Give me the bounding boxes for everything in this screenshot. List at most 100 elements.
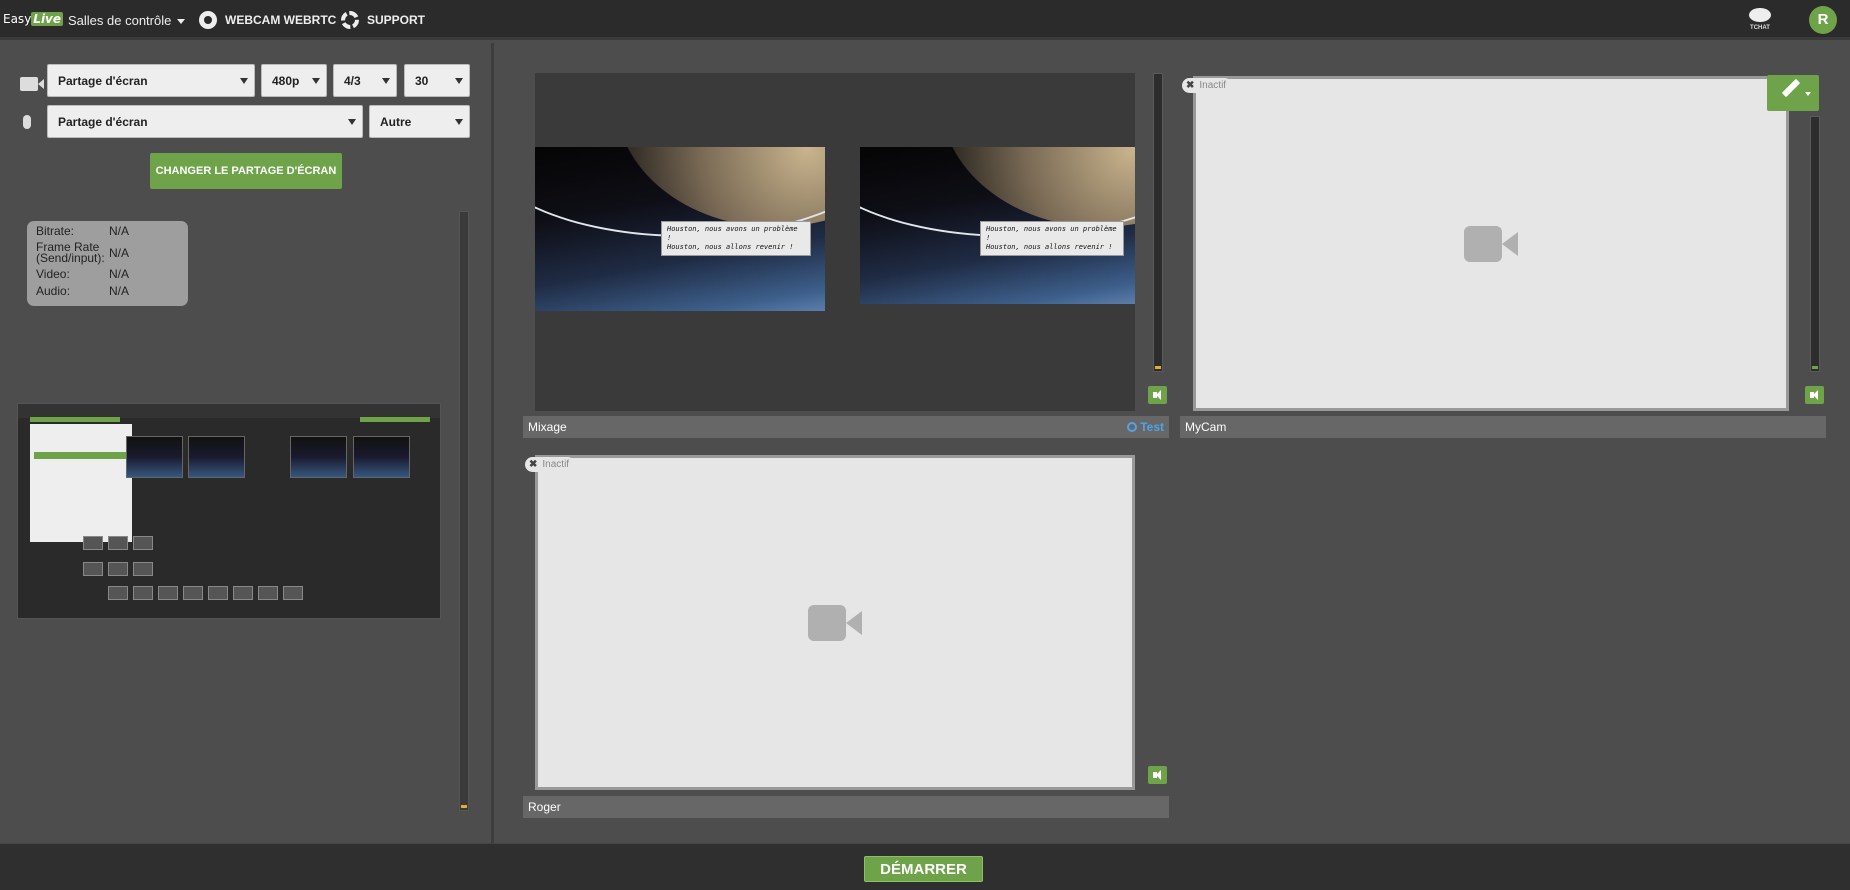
preview-tile	[108, 536, 128, 550]
user-avatar[interactable]: R	[1809, 6, 1837, 34]
fps-value: 30	[415, 74, 429, 88]
nav-support-label: SUPPORT	[367, 13, 426, 27]
preview-video-2	[188, 436, 245, 478]
mixage-label: Mixage	[528, 420, 567, 434]
audio-source-value: Partage d'écran	[58, 115, 148, 129]
chevron-down-icon	[177, 19, 186, 25]
nav-support[interactable]: SUPPORT	[341, 10, 425, 30]
change-screen-share-button[interactable]: CHANGER LE PARTAGE D'ÉCRAN	[150, 153, 342, 189]
test-toggle[interactable]: Test	[1127, 420, 1164, 434]
bubble-line-2: Houston, nous allons revenir !	[667, 243, 794, 251]
mycam-audio-meter	[1810, 116, 1820, 372]
audio-option-select[interactable]: Autre	[369, 105, 470, 138]
bitrate-label: Bitrate:	[36, 224, 75, 238]
circle-icon	[1127, 422, 1138, 432]
audio-source-select[interactable]: Partage d'écran	[47, 105, 363, 138]
chat-bubble-icon	[1749, 8, 1771, 22]
pencil-icon	[1781, 78, 1801, 98]
mixage-preview-video: Houston, nous avons un problème ! Houston…	[860, 147, 1135, 304]
chevron-down-icon	[382, 78, 390, 84]
video-value: N/A	[109, 267, 130, 281]
video-label: Video:	[36, 267, 70, 281]
preview-tile	[183, 586, 203, 600]
audio-level-indicator	[1155, 366, 1161, 369]
preview-tile	[83, 536, 103, 550]
chevron-down-icon	[312, 78, 320, 84]
mixage-speaker-icon[interactable]	[1148, 386, 1167, 404]
video-source-select[interactable]: Partage d'écran	[47, 64, 255, 97]
preview-video-3	[290, 436, 347, 478]
preview-tile	[233, 586, 253, 600]
start-button[interactable]: DÉMARRER	[864, 856, 983, 882]
ratio-select[interactable]: 4/3	[333, 64, 397, 97]
framerate-label: Frame Rate (Send/input):	[36, 241, 109, 265]
mixage-preview: Houston, nous avons un problème ! Houston…	[535, 73, 1135, 411]
logo-live-text: Live	[31, 12, 64, 26]
bitrate-value: N/A	[109, 224, 130, 238]
roger-label: Roger	[528, 800, 561, 814]
chevron-down-icon	[240, 78, 248, 84]
edit-button[interactable]	[1767, 75, 1819, 111]
speech-bubble: Houston, nous avons un problème ! Houston…	[661, 221, 811, 256]
stream-stats: Bitrate: N/A Frame Rate (Send/input): N/A …	[27, 221, 188, 306]
mixage-audio-meter	[1153, 73, 1163, 372]
roger-status: Inactif	[542, 459, 570, 470]
preview-tile	[133, 586, 153, 600]
lifebuoy-icon	[341, 11, 359, 29]
chevron-down-icon	[1805, 92, 1811, 96]
mycam-status-badge[interactable]: ✖ Inactif	[1182, 78, 1233, 93]
audio-value: N/A	[109, 284, 130, 298]
preview-video-1	[126, 436, 183, 478]
preview-side-panel	[30, 424, 132, 542]
mycam-speaker-icon[interactable]	[1805, 386, 1824, 404]
preview-green-strip	[30, 417, 120, 422]
mycam-status: Inactif	[1199, 80, 1227, 91]
preview-tile	[258, 586, 278, 600]
bubble-line-2: Houston, nous allons revenir !	[986, 243, 1113, 251]
roger-status-badge[interactable]: ✖ Inactif	[525, 457, 576, 472]
preview-topbar	[18, 404, 440, 418]
video-source-value: Partage d'écran	[58, 74, 148, 88]
roger-label-bar: Roger	[523, 796, 1169, 818]
nav-webcam-label: WEBCAM WEBRTC	[225, 13, 337, 27]
preview-tile	[283, 586, 303, 600]
preview-button	[34, 452, 126, 459]
easylive-logo[interactable]: Easy Live	[3, 12, 64, 26]
test-label: Test	[1140, 420, 1164, 434]
close-icon: ✖	[529, 459, 538, 470]
preview-tile	[83, 562, 103, 576]
video-camera-icon	[1464, 226, 1518, 262]
video-camera-icon	[808, 605, 862, 641]
mycam-video	[1193, 76, 1789, 411]
webcam-icon	[199, 11, 217, 29]
chevron-down-icon	[348, 119, 356, 125]
fps-select[interactable]: 30	[404, 64, 470, 97]
resolution-select[interactable]: 480p	[261, 64, 327, 97]
close-icon: ✖	[1186, 80, 1195, 91]
top-bar: Easy Live Salles de contrôle WEBCAM WEBRT…	[0, 0, 1850, 40]
bubble-line-1: Houston, nous avons un problème !	[986, 225, 1117, 242]
ratio-value: 4/3	[344, 74, 361, 88]
preview-tile	[133, 562, 153, 576]
logo-easy-text: Easy	[3, 12, 32, 26]
source-settings-panel: Partage d'écran 480p 4/3 30 Partage d'éc…	[0, 43, 494, 843]
mixage-program-video: Houston, nous avons un problème ! Houston…	[535, 147, 825, 311]
preview-video-4	[353, 436, 410, 478]
mixing-area: Houston, nous avons un problème ! Houston…	[497, 43, 1850, 843]
preview-green-strip-right	[360, 417, 430, 422]
chevron-down-icon	[455, 78, 463, 84]
preview-tile	[208, 586, 228, 600]
preview-tile	[158, 586, 178, 600]
chat-label: TCHAT	[1750, 25, 1770, 31]
resolution-value: 480p	[272, 74, 300, 88]
rooms-label: Salles de contrôle	[68, 13, 172, 28]
nav-webcam-webrtc[interactable]: WEBCAM WEBRTC	[199, 10, 336, 30]
chevron-down-icon	[455, 119, 463, 125]
mixage-label-bar: Mixage Test	[523, 416, 1169, 438]
rooms-dropdown[interactable]: Salles de contrôle	[68, 13, 186, 28]
audio-level-meter	[459, 211, 469, 811]
framerate-label-2: (Send/input):	[36, 251, 105, 265]
audio-level-indicator	[461, 805, 467, 808]
roger-speaker-icon[interactable]	[1148, 766, 1167, 784]
chat-button[interactable]: TCHAT	[1748, 8, 1772, 31]
